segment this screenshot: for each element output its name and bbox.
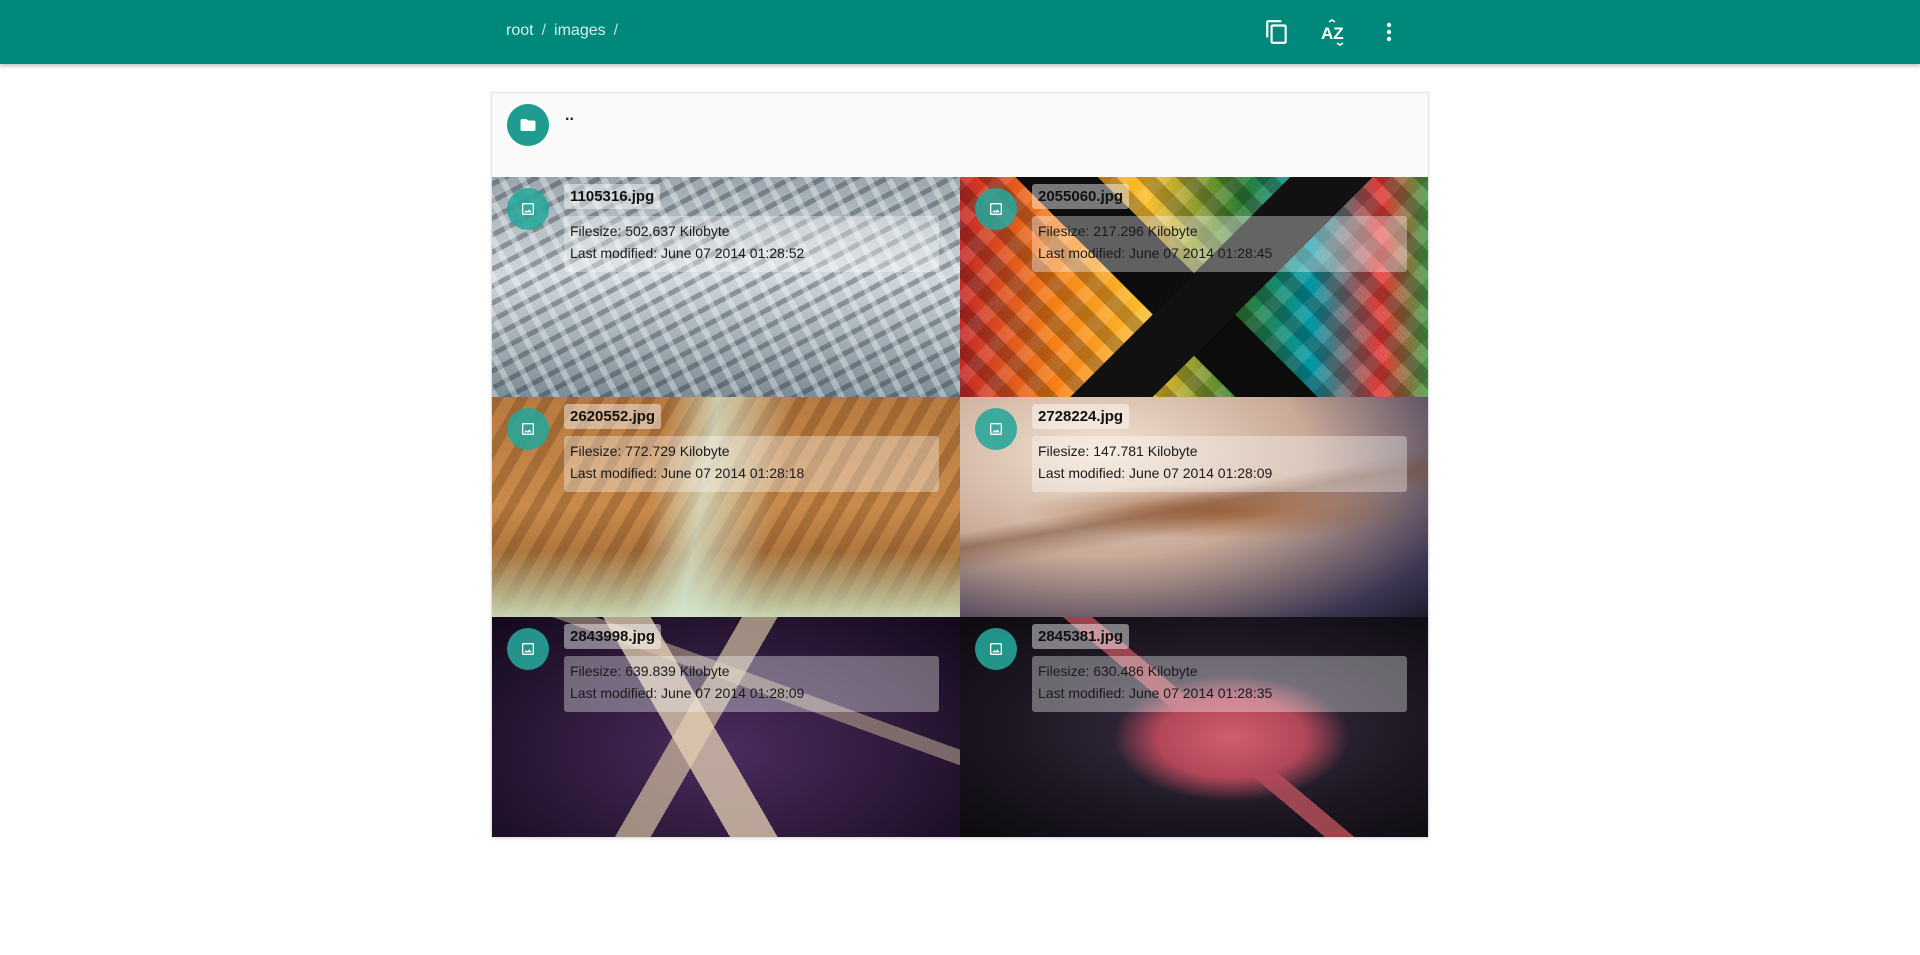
image-icon [990, 643, 1002, 655]
copy-icon [1266, 20, 1287, 44]
file-modified: Last modified: June 07 2014 01:28:45 [1038, 245, 1273, 261]
file-avatar [507, 188, 549, 230]
image-icon [522, 203, 534, 215]
file-modified: Last modified: June 07 2014 01:28:52 [570, 245, 805, 261]
breadcrumb-separator: / [541, 22, 547, 39]
image-thumbnail [492, 397, 960, 617]
sort-az-label: AZ [1321, 24, 1344, 43]
image-thumbnail [960, 177, 1428, 397]
file-grid: 1105316.jpg Filesize: 502.637 Kilobyte L… [492, 177, 1428, 837]
parent-directory-row[interactable]: .. [492, 93, 1428, 177]
parent-directory-name: .. [565, 107, 574, 124]
more-vert-icon [1386, 22, 1392, 42]
breadcrumb-separator: / [613, 22, 619, 39]
more-options-button[interactable] [1369, 12, 1409, 52]
file-listing: .. 1105316.jpg Filesize: 502.637 Kilobyt… [491, 92, 1429, 838]
file-tile[interactable]: 2845381.jpg Filesize: 630.486 Kilobyte L… [960, 617, 1428, 837]
copy-button[interactable] [1257, 12, 1297, 52]
file-meta: Filesize: 772.729 Kilobyte Last modified… [564, 436, 939, 492]
image-thumbnail [492, 177, 960, 397]
file-name: 1105316.jpg [564, 184, 661, 209]
file-meta: Filesize: 630.486 Kilobyte Last modified… [1032, 656, 1407, 712]
file-tile[interactable]: 2620552.jpg Filesize: 772.729 Kilobyte L… [492, 397, 960, 617]
sort-button[interactable]: AZ [1313, 12, 1353, 52]
file-tile[interactable]: 1105316.jpg Filesize: 502.637 Kilobyte L… [492, 177, 960, 397]
file-modified: Last modified: June 07 2014 01:28:09 [570, 685, 805, 701]
image-icon [522, 643, 534, 655]
image-thumbnail [960, 397, 1428, 617]
file-avatar [975, 628, 1017, 670]
file-size: Filesize: 217.296 Kilobyte [1038, 223, 1198, 239]
file-tile[interactable]: 2055060.jpg Filesize: 217.296 Kilobyte L… [960, 177, 1428, 397]
file-modified: Last modified: June 07 2014 01:28:35 [1038, 685, 1273, 701]
folder-icon [520, 119, 536, 131]
file-meta: Filesize: 639.839 Kilobyte Last modified… [564, 656, 939, 712]
file-modified: Last modified: June 07 2014 01:28:18 [570, 465, 805, 481]
file-avatar [507, 628, 549, 670]
file-size: Filesize: 502.637 Kilobyte [570, 223, 730, 239]
sort-az-icon: AZ [1321, 19, 1344, 46]
file-size: Filesize: 630.486 Kilobyte [1038, 663, 1198, 679]
image-icon [990, 203, 1002, 215]
file-meta: Filesize: 147.781 Kilobyte Last modified… [1032, 436, 1407, 492]
file-meta: Filesize: 217.296 Kilobyte Last modified… [1032, 216, 1407, 272]
folder-avatar [507, 104, 549, 146]
file-modified: Last modified: June 07 2014 01:28:09 [1038, 465, 1273, 481]
image-icon [990, 423, 1002, 435]
file-tile[interactable]: 2843998.jpg Filesize: 639.839 Kilobyte L… [492, 617, 960, 837]
file-avatar [975, 408, 1017, 450]
image-thumbnail [492, 617, 960, 837]
breadcrumb: root / images / [506, 22, 626, 40]
file-avatar [507, 408, 549, 450]
file-size: Filesize: 639.839 Kilobyte [570, 663, 730, 679]
file-name: 2620552.jpg [564, 404, 662, 429]
file-name: 2843998.jpg [564, 624, 662, 649]
app-bar: root / images / AZ [0, 0, 1920, 64]
breadcrumb-images[interactable]: images [554, 22, 606, 40]
file-tile[interactable]: 2728224.jpg Filesize: 147.781 Kilobyte L… [960, 397, 1428, 617]
file-meta: Filesize: 502.637 Kilobyte Last modified… [564, 216, 939, 272]
file-name: 2055060.jpg [1032, 184, 1130, 209]
image-icon [522, 423, 534, 435]
file-name: 2728224.jpg [1032, 404, 1130, 429]
file-size: Filesize: 147.781 Kilobyte [1038, 443, 1198, 459]
file-size: Filesize: 772.729 Kilobyte [570, 443, 730, 459]
file-avatar [975, 188, 1017, 230]
image-thumbnail [960, 617, 1428, 837]
file-name: 2845381.jpg [1032, 624, 1130, 649]
breadcrumb-root[interactable]: root [506, 22, 534, 40]
